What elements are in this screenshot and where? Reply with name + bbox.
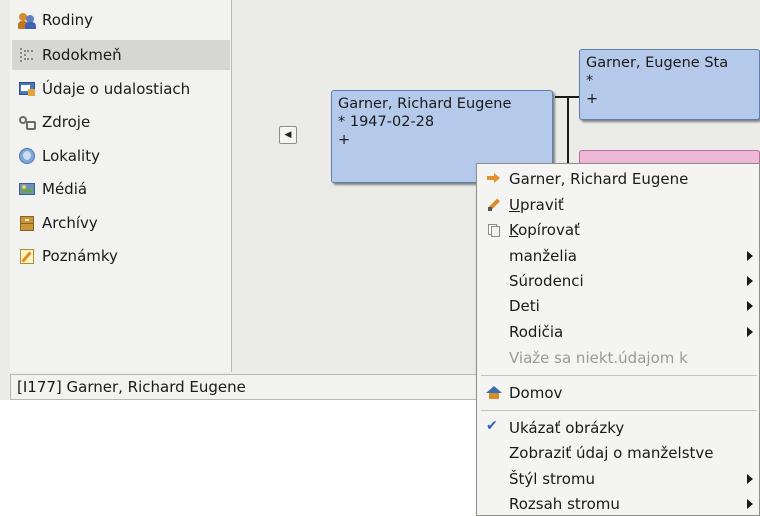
edit-icon (486, 197, 501, 212)
sidebar-item-events[interactable]: Údaje o udalostiach (12, 74, 230, 104)
menu-mnemonic: K (509, 220, 519, 239)
menu-item-show-images[interactable]: ✔ Ukázať obrázky (477, 415, 760, 440)
submenu-arrow-icon (747, 276, 753, 286)
menu-item-show-marriage[interactable]: Zobraziť údaj o manželstve (477, 440, 760, 465)
menu-item-parents[interactable]: Rodičia (477, 319, 760, 344)
sidebar-item-pedigree[interactable]: Rodokmeň (12, 40, 230, 70)
notes-icon (18, 247, 36, 265)
menu-item-home[interactable]: Domov (477, 380, 760, 405)
menu-item-go-to-person[interactable]: Garner, Richard Eugene (477, 166, 760, 191)
person-birth: * (586, 73, 594, 89)
menu-mnemonic: U (509, 195, 520, 214)
menu-item-label: Rozsah stromu (509, 494, 620, 513)
menu-item-label: manželia (509, 246, 577, 265)
sidebar-item-notes[interactable]: Poznámky (12, 241, 230, 271)
sidebar-item-label: Rodokmeň (42, 46, 122, 64)
menu-separator (481, 375, 757, 376)
menu-item-label: Upraviť (509, 196, 564, 214)
menu-item-copy[interactable]: Kopírovať (477, 217, 760, 242)
menu-item-label: Garner, Richard Eugene (509, 169, 689, 188)
sidebar-item-label: Rodiny (42, 11, 93, 29)
person-death: + (586, 91, 599, 107)
events-icon (18, 80, 36, 98)
menu-item-spouses[interactable]: manželia (477, 243, 760, 268)
menu-separator (481, 410, 757, 411)
menu-item-tree-style[interactable]: Štýl stromu (477, 466, 760, 491)
tree-connector (567, 96, 569, 168)
submenu-arrow-icon (747, 301, 753, 311)
person-birth: * 1947-02-28 (338, 114, 435, 130)
menu-item-edit[interactable]: Upraviť (477, 192, 760, 217)
go-to-person-icon (486, 171, 501, 186)
sidebar-item-label: Zdroje (42, 113, 91, 131)
menu-item-label-rest: opírovať (518, 220, 580, 239)
menu-item-label: Zobraziť údaj o manželstve (509, 443, 714, 462)
submenu-arrow-icon (747, 327, 753, 337)
pedigree-icon (18, 46, 36, 64)
menu-item-label: Deti (509, 296, 540, 315)
menu-item-siblings[interactable]: Súrodenci (477, 268, 760, 293)
copy-icon (486, 222, 501, 237)
person-name: Garner, Eugene Sta (586, 55, 729, 71)
sidebar-item-families[interactable]: Rodiny (12, 5, 230, 35)
sidebar-item-label: Poznámky (42, 247, 118, 265)
menu-item-label: Viaže sa niekt.údajom k (509, 348, 688, 367)
person-death: + (338, 132, 351, 148)
status-text: [I177] Garner, Richard Eugene (17, 378, 246, 396)
sources-icon (18, 113, 36, 131)
sidebar-item-places[interactable]: Lokality (12, 141, 230, 171)
sidebar-item-repositories[interactable]: Archívy (12, 208, 230, 238)
menu-item-children[interactable]: Deti (477, 293, 760, 318)
sidebar-item-label: Lokality (42, 147, 100, 165)
menu-item-label: Ukázať obrázky (509, 418, 625, 437)
submenu-arrow-icon (747, 474, 753, 484)
check-icon: ✔ (486, 418, 498, 434)
sidebar-item-label: Údaje o udalostiach (42, 80, 191, 98)
repositories-icon (18, 214, 36, 232)
menu-item-tree-size[interactable]: Rozsah stromu (477, 491, 760, 516)
places-icon (18, 147, 36, 165)
menu-item-related: Viaže sa niekt.údajom k (477, 345, 760, 370)
sidebar-item-label: Médiá (42, 180, 88, 198)
navigate-back-button[interactable]: ◀ (279, 126, 297, 144)
sidebar-item-sources[interactable]: Zdroje (12, 107, 230, 137)
person-name: Garner, Richard Eugene (338, 96, 512, 112)
menu-item-label: Štýl stromu (509, 469, 596, 488)
menu-item-label: Rodičia (509, 322, 564, 341)
sidebar-item-media[interactable]: Médiá (12, 174, 230, 204)
families-icon (18, 11, 36, 29)
father-person-box[interactable]: Garner, Eugene Sta * + (579, 49, 760, 120)
menu-item-label: Domov (509, 383, 563, 402)
left-arrow-icon: ◀ (284, 130, 292, 140)
sidebar-item-label: Archívy (42, 214, 98, 232)
menu-item-label: Súrodenci (509, 271, 584, 290)
media-icon (18, 180, 36, 198)
sidebar: Rodiny Rodokmeň Údaje o udalostiach Zdro… (10, 0, 232, 372)
submenu-arrow-icon (747, 251, 753, 261)
submenu-arrow-icon (747, 499, 753, 509)
menu-item-label: Kopírovať (509, 221, 580, 239)
tree-connector (567, 96, 579, 98)
menu-item-label-rest: praviť (519, 195, 564, 214)
home-icon (486, 385, 502, 400)
context-menu: Garner, Richard Eugene Upraviť Kopírovať… (476, 163, 760, 516)
